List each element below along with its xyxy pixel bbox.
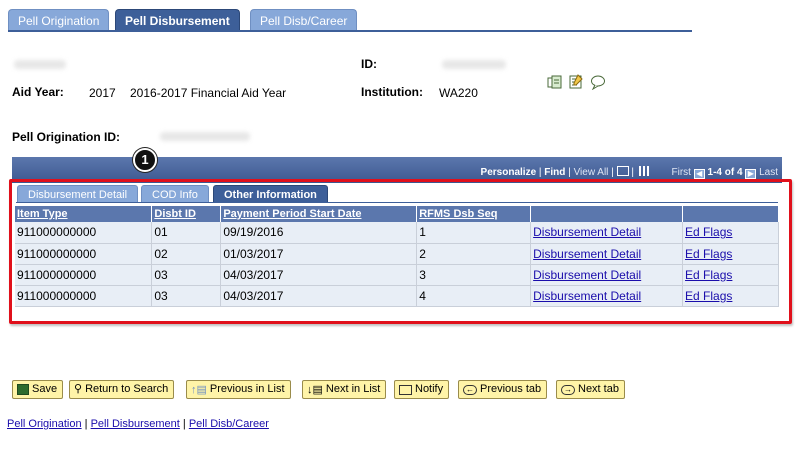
previous-tab-icon: ← bbox=[463, 385, 477, 395]
search-icon: ⚲ bbox=[74, 383, 83, 395]
footer-link-pell-disb-career[interactable]: Pell Disb/Career bbox=[189, 418, 269, 430]
save-label: Save bbox=[32, 383, 58, 395]
aid-year-label: Aid Year: bbox=[12, 85, 64, 99]
next-tab-icon: → bbox=[561, 385, 575, 395]
notify-label: Notify bbox=[415, 383, 444, 395]
footer-link-pell-disbursement[interactable]: Pell Disbursement bbox=[91, 418, 180, 430]
first-arrow-icon[interactable]: ◀ bbox=[693, 169, 705, 179]
save-icon bbox=[17, 384, 29, 395]
pell-origination-id-redacted bbox=[160, 132, 250, 141]
save-button[interactable]: Save bbox=[12, 380, 64, 399]
next-arrow-icon[interactable]: ▶ bbox=[745, 169, 757, 179]
next-tab-label: Next tab bbox=[578, 383, 619, 395]
previous-in-list-icon: ↑▤ bbox=[191, 384, 207, 396]
spreadsheet-icon[interactable] bbox=[638, 166, 651, 176]
id-value-redacted bbox=[442, 60, 506, 69]
next-in-list-icon: ↓▤ bbox=[307, 384, 323, 396]
institution-label: Institution: bbox=[361, 85, 423, 99]
aid-year-description: 2016-2017 Financial Aid Year bbox=[130, 86, 287, 100]
tab-pell-disb-career[interactable]: Pell Disb/Career bbox=[250, 9, 358, 30]
grid-nav-links: Personalize | Find | View All | | First … bbox=[480, 166, 778, 179]
callout-badge: 1 bbox=[133, 148, 157, 172]
first-link[interactable]: First bbox=[672, 167, 691, 178]
view-all-link[interactable]: View All bbox=[574, 167, 609, 178]
multi-institution-icon[interactable] bbox=[547, 74, 563, 90]
next-in-list-button[interactable]: ↓▤ Next in List bbox=[302, 380, 387, 399]
return-to-search-label: Return to Search bbox=[85, 383, 169, 395]
footer-links: Pell Origination | Pell Disbursement | P… bbox=[7, 418, 269, 430]
personalize-link[interactable]: Personalize bbox=[481, 167, 537, 178]
next-tab-button[interactable]: → Next tab bbox=[556, 380, 625, 399]
tab-underline bbox=[8, 30, 692, 32]
footer-link-pell-origination[interactable]: Pell Origination bbox=[7, 418, 82, 430]
tab-pell-disbursement[interactable]: Pell Disbursement bbox=[115, 9, 240, 31]
return-to-search-button[interactable]: ⚲ Return to Search bbox=[69, 380, 175, 399]
next-in-list-label: Next in List bbox=[325, 383, 381, 395]
comments-icon[interactable] bbox=[590, 74, 606, 91]
previous-tab-label: Previous tab bbox=[480, 383, 542, 395]
institution-value: WA220 bbox=[439, 86, 478, 100]
notify-button[interactable]: Notify bbox=[394, 380, 450, 399]
pell-origination-id-label: Pell Origination ID: bbox=[12, 130, 121, 144]
find-link[interactable]: Find bbox=[544, 167, 565, 178]
student-name-redacted bbox=[14, 60, 66, 69]
last-link[interactable]: Last bbox=[759, 167, 778, 178]
previous-in-list-label: Previous in List bbox=[209, 383, 285, 395]
previous-tab-button[interactable]: ← Previous tab bbox=[458, 380, 548, 399]
previous-in-list-button[interactable]: ↑▤ Previous in List bbox=[186, 380, 291, 399]
notify-icon bbox=[399, 385, 412, 395]
id-label: ID: bbox=[361, 57, 377, 71]
tab-pell-origination[interactable]: Pell Origination bbox=[8, 9, 110, 30]
notes-icon[interactable] bbox=[568, 74, 584, 90]
highlight-frame bbox=[9, 179, 792, 324]
aid-year-value: 2017 bbox=[89, 86, 116, 100]
download-icon[interactable] bbox=[616, 166, 629, 176]
row-range: 1-4 of 4 bbox=[707, 167, 743, 178]
